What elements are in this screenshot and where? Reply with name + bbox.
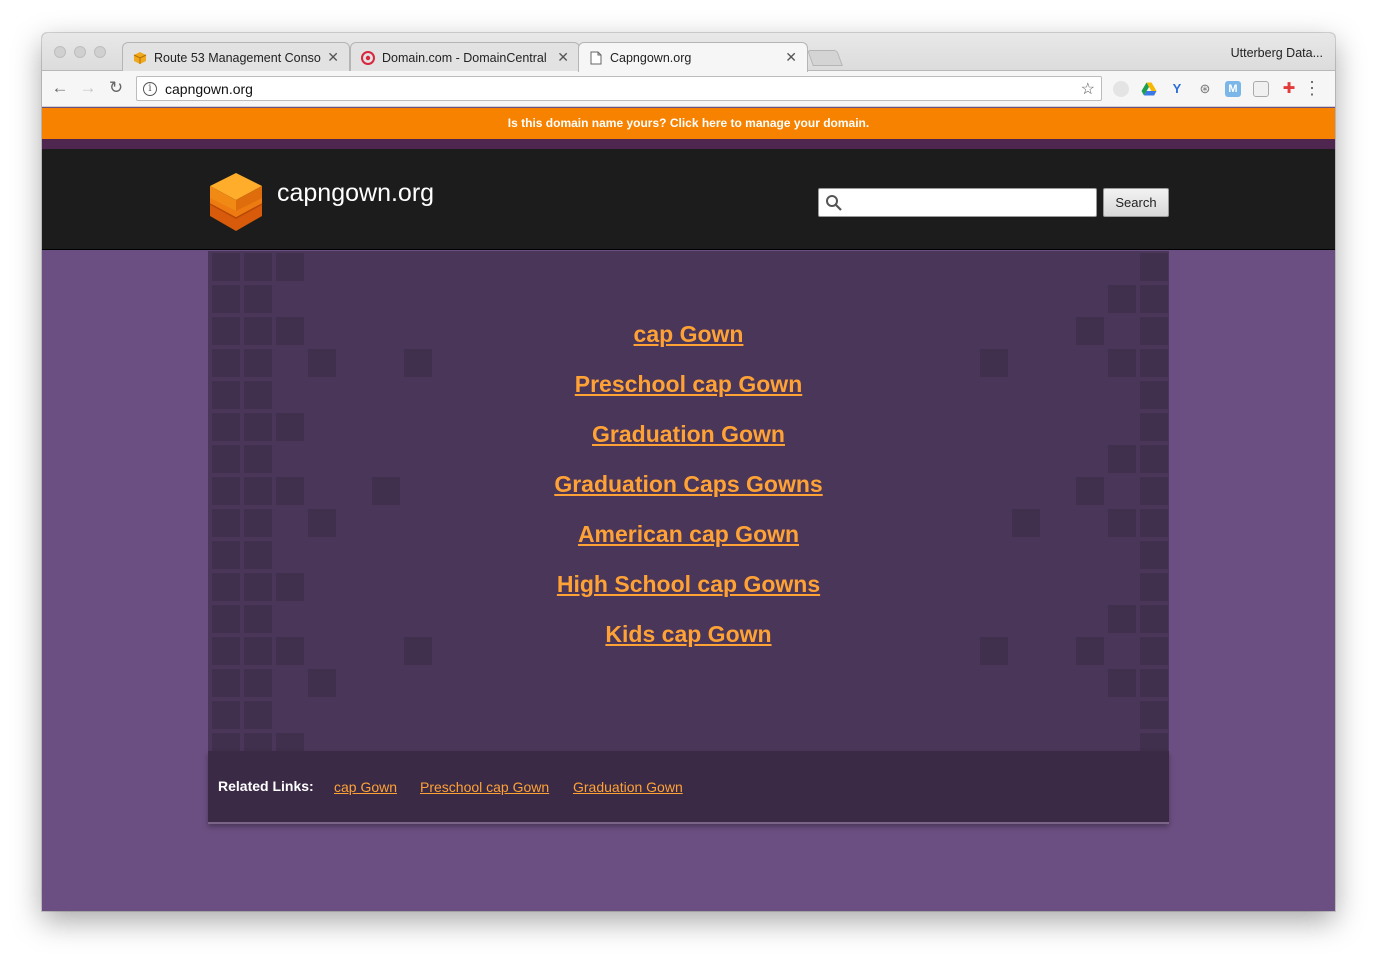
m-extension-icon[interactable]: M: [1225, 81, 1241, 97]
page-icon: [589, 51, 603, 65]
forward-arrow-icon[interactable]: →: [77, 78, 99, 98]
address-bar[interactable]: i capngown.org ☆: [136, 76, 1102, 101]
reader-extension-icon[interactable]: [1253, 81, 1269, 97]
zoom-window-button[interactable]: [94, 46, 106, 58]
site-header: capngown.org Search: [42, 149, 1335, 250]
link-list: cap Gown Preschool cap Gown Graduation G…: [208, 313, 1169, 663]
links-panel: cap Gown Preschool cap Gown Graduation G…: [208, 251, 1169, 751]
background-tile: [212, 285, 240, 313]
tab-close-icon[interactable]: ✕: [327, 49, 339, 66]
aws-box-icon: [133, 51, 147, 65]
related-link[interactable]: Preschool cap Gown: [420, 779, 549, 795]
minimize-window-button[interactable]: [74, 46, 86, 58]
site-logo-icon[interactable]: [208, 171, 264, 233]
address-url[interactable]: capngown.org: [165, 81, 1081, 97]
reload-icon[interactable]: ↻: [105, 78, 127, 98]
list-item[interactable]: Graduation Caps Gowns: [208, 463, 1169, 513]
related-link[interactable]: cap Gown: [334, 779, 397, 795]
tab-route53[interactable]: Route 53 Management Console ✕: [122, 42, 350, 72]
background-tile: [1140, 285, 1168, 313]
back-arrow-icon[interactable]: ←: [49, 78, 71, 98]
background-tile: [308, 669, 336, 697]
site-title[interactable]: capngown.org: [277, 179, 434, 208]
background-tile: [244, 253, 272, 281]
background-tile: [1140, 253, 1168, 281]
site-info-icon[interactable]: i: [143, 81, 157, 96]
background-tile: [244, 701, 272, 729]
y-extension-icon[interactable]: Y: [1169, 81, 1185, 97]
banner-divider: [42, 139, 1335, 149]
background-tile: [212, 733, 240, 751]
related-links-label: Related Links:: [218, 778, 314, 794]
background-tile: [212, 701, 240, 729]
background-tile: [212, 669, 240, 697]
background-tile: [1140, 701, 1168, 729]
background-tile: [244, 733, 272, 751]
list-item[interactable]: Kids cap Gown: [208, 613, 1169, 663]
google-drive-icon[interactable]: [1141, 81, 1157, 97]
new-tab-button[interactable]: [807, 50, 843, 66]
tab-domain-com[interactable]: Domain.com - DomainCentral ✕: [350, 42, 580, 72]
background-tile: [276, 253, 304, 281]
tab-capngown[interactable]: Capngown.org ✕: [578, 42, 808, 72]
related-link[interactable]: Graduation Gown: [573, 779, 683, 795]
profile-name[interactable]: Utterberg Data...: [1231, 46, 1323, 60]
background-tile: [1140, 733, 1168, 751]
background-tile: [1140, 669, 1168, 697]
tab-strip: Route 53 Management Console ✕ Domain.com…: [42, 33, 1335, 72]
list-item[interactable]: High School cap Gowns: [208, 563, 1169, 613]
browser-menu-icon[interactable]: ⋮: [1303, 77, 1321, 99]
tab-close-icon[interactable]: ✕: [785, 49, 797, 66]
extension-circle-icon[interactable]: [1113, 81, 1129, 97]
background-tile: [1108, 669, 1136, 697]
list-item[interactable]: Preschool cap Gown: [208, 363, 1169, 413]
browser-toolbar: ← → ↻ i capngown.org ☆ Y ⊛ M ✚ ⋮: [42, 71, 1335, 107]
tab-close-icon[interactable]: ✕: [557, 49, 569, 66]
background-tile: [212, 253, 240, 281]
browser-window: Route 53 Management Console ✕ Domain.com…: [42, 33, 1335, 911]
sync-extension-icon[interactable]: ⊛: [1197, 81, 1213, 97]
search-input[interactable]: [818, 188, 1097, 217]
domain-owner-banner[interactable]: Is this domain name yours? Click here to…: [42, 108, 1335, 139]
background-tile: [244, 669, 272, 697]
background-tile: [1108, 285, 1136, 313]
close-window-button[interactable]: [54, 46, 66, 58]
related-links-bar: Related Links: cap Gown Preschool cap Go…: [208, 751, 1169, 824]
background-tile: [244, 285, 272, 313]
list-item[interactable]: cap Gown: [208, 313, 1169, 363]
search-icon: [825, 194, 843, 212]
bookmark-star-icon[interactable]: ☆: [1081, 79, 1095, 99]
domain-com-icon: [361, 50, 375, 65]
search-button[interactable]: Search: [1103, 188, 1169, 217]
list-item[interactable]: Graduation Gown: [208, 413, 1169, 463]
plus-extension-icon[interactable]: ✚: [1281, 81, 1297, 97]
background-tile: [276, 733, 304, 751]
list-item[interactable]: American cap Gown: [208, 513, 1169, 563]
